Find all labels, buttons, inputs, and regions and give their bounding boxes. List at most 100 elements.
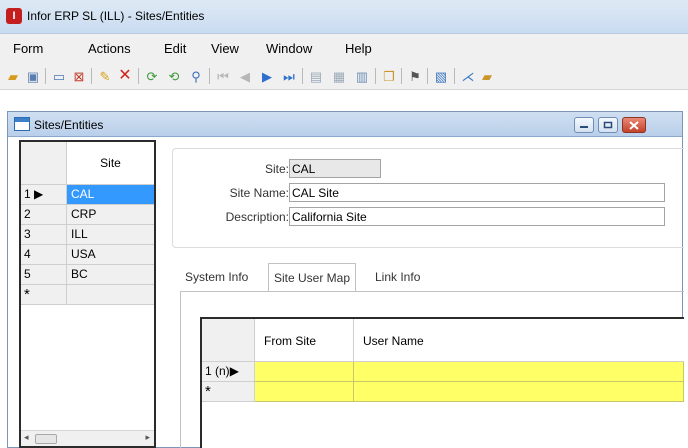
scroll-right-icon[interactable]: ▸: [145, 432, 150, 443]
table-row[interactable]: 5 BC: [21, 265, 154, 285]
restore-button[interactable]: [598, 117, 618, 133]
minimize-button[interactable]: [574, 117, 594, 133]
minimize-icon: [580, 126, 588, 128]
site-user-map-grid: From Site User Name 1 (n)▶ *: [200, 317, 684, 448]
new-record-icon[interactable]: ✎: [96, 67, 114, 85]
sites-grid: Site 1 ▶ CAL 2 CRP 3 ILL 4 USA 5 BC * ◂: [19, 140, 156, 448]
table-row[interactable]: 1 (n)▶: [202, 362, 684, 382]
scroll-left-icon[interactable]: ◂: [24, 432, 29, 443]
table-row[interactable]: 4 USA: [21, 245, 154, 265]
save-icon[interactable]: ▣: [24, 67, 42, 85]
new-site-cell[interactable]: [67, 285, 154, 305]
filter-icon[interactable]: ⚲: [187, 67, 205, 85]
new-row-marker[interactable]: *: [202, 382, 255, 402]
tab-link-info[interactable]: Link Info: [370, 263, 425, 291]
new-row[interactable]: *: [202, 382, 684, 402]
form-window-icon: [14, 117, 30, 131]
toolbar-separator: [45, 68, 46, 84]
table-row[interactable]: 2 CRP: [21, 205, 154, 225]
description-label: Description:: [225, 210, 289, 224]
new-row-marker[interactable]: *: [21, 285, 67, 305]
grid-corner-cell[interactable]: [21, 142, 67, 185]
close-button[interactable]: [622, 117, 646, 133]
row-header[interactable]: 4: [21, 245, 67, 265]
from-site-column-header[interactable]: From Site: [255, 319, 354, 362]
print-preview-icon[interactable]: ▦: [330, 67, 348, 85]
user-name-column-header[interactable]: User Name: [354, 319, 684, 362]
toolbar-separator: [209, 68, 210, 84]
menu-window[interactable]: Window: [266, 41, 312, 56]
open-folder-icon[interactable]: ▰: [4, 67, 22, 85]
from-site-cell[interactable]: [255, 362, 354, 382]
from-site-cell[interactable]: [255, 382, 354, 402]
delete-icon[interactable]: ✕: [116, 67, 134, 85]
next-record-icon[interactable]: ▶: [258, 67, 276, 85]
menu-form[interactable]: Form: [13, 41, 43, 56]
find-icon[interactable]: ⚑: [406, 67, 424, 85]
user-name-cell[interactable]: [354, 362, 684, 382]
site-column-header[interactable]: Site: [67, 142, 154, 185]
previous-record-icon[interactable]: ◀: [236, 67, 254, 85]
menu-bar: Form Actions Edit View Window Help: [0, 34, 688, 62]
copy-record-icon[interactable]: ❐: [380, 67, 398, 85]
toolbar-separator: [454, 68, 455, 84]
chart-icon[interactable]: ⋌: [459, 67, 477, 85]
sites-grid-header: Site: [21, 142, 154, 185]
minimize-form-icon[interactable]: ▭: [50, 67, 68, 85]
row-header[interactable]: 1 (n)▶: [202, 362, 255, 382]
close-icon: [629, 120, 639, 130]
refresh-all-icon[interactable]: ⟲: [165, 67, 183, 85]
row-header[interactable]: 5: [21, 265, 67, 285]
site-cell[interactable]: CAL: [67, 185, 154, 205]
title-bar: I Infor ERP SL (ILL) - Sites/Entities: [0, 0, 688, 34]
toolbar-separator: [375, 68, 376, 84]
current-row-arrow-icon: ▶: [34, 187, 44, 201]
site-cell[interactable]: ILL: [67, 225, 154, 245]
toolbar-separator: [91, 68, 92, 84]
row-header[interactable]: 1 ▶: [21, 185, 67, 205]
infor-app-icon: I: [6, 8, 22, 24]
form-icon[interactable]: ▰: [478, 67, 496, 85]
refresh-icon[interactable]: ⟳: [143, 67, 161, 85]
row-header[interactable]: 2: [21, 205, 67, 225]
notes-icon[interactable]: ▧: [432, 67, 450, 85]
menu-actions[interactable]: Actions: [88, 41, 131, 56]
table-row[interactable]: 1 ▶ CAL: [21, 185, 154, 205]
horizontal-scrollbar[interactable]: ◂ ▸: [21, 430, 154, 446]
sites-entities-window: Sites/Entities Site 1 ▶ CAL 2 CRP 3 ILL: [7, 111, 684, 448]
menu-edit[interactable]: Edit: [164, 41, 186, 56]
row-header[interactable]: 3: [21, 225, 67, 245]
user-name-cell[interactable]: [354, 382, 684, 402]
site-cell[interactable]: CRP: [67, 205, 154, 225]
tab-site-user-map[interactable]: Site User Map: [268, 263, 357, 292]
site-label: Site:: [264, 162, 289, 176]
last-record-icon[interactable]: ⏭: [280, 67, 298, 85]
menu-help[interactable]: Help: [345, 41, 372, 56]
toolbar-separator: [401, 68, 402, 84]
menu-view[interactable]: View: [211, 41, 239, 56]
window-title: Infor ERP SL (ILL) - Sites/Entities: [27, 9, 205, 23]
description-field[interactable]: [289, 207, 665, 226]
scrollbar-thumb[interactable]: [35, 434, 57, 444]
new-row[interactable]: *: [21, 285, 154, 305]
close-form-icon[interactable]: ⊠: [70, 67, 88, 85]
export-icon[interactable]: ▥: [353, 67, 371, 85]
print-icon[interactable]: ▤: [307, 67, 325, 85]
current-row-arrow-icon: ▶: [229, 364, 239, 378]
child-window-title: Sites/Entities: [34, 118, 104, 132]
site-name-field[interactable]: [289, 183, 665, 202]
table-row[interactable]: 3 ILL: [21, 225, 154, 245]
site-cell[interactable]: BC: [67, 265, 154, 285]
row-number: 1 (n): [205, 364, 230, 378]
site-field[interactable]: [289, 159, 381, 178]
row-number: 1: [24, 187, 31, 201]
grid-corner-cell[interactable]: [202, 319, 255, 362]
restore-icon: [603, 121, 613, 129]
tab-system-info[interactable]: System Info: [180, 263, 253, 291]
toolbar-separator: [302, 68, 303, 84]
toolbar-separator: [138, 68, 139, 84]
first-record-icon[interactable]: ⏮: [214, 67, 232, 85]
child-window-caption: Sites/Entities: [8, 112, 682, 137]
site-cell[interactable]: USA: [67, 245, 154, 265]
toolbar-separator: [427, 68, 428, 84]
